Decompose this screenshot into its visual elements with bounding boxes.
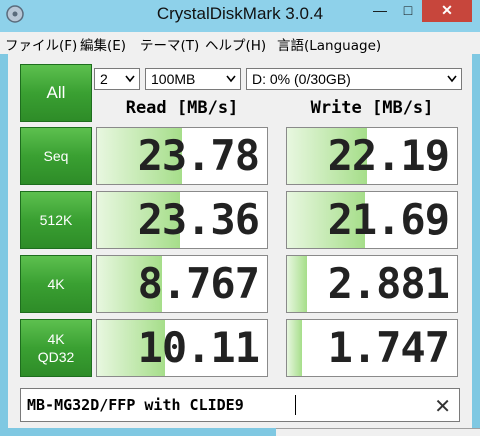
test-label: 512K	[39, 212, 73, 228]
clear-icon[interactable]: ✕	[434, 394, 451, 418]
all-button-label: All	[46, 83, 66, 102]
result-value: 8.767	[137, 259, 260, 308]
result-value: 2.881	[327, 259, 450, 308]
menu-file[interactable]: ファイル(F)	[5, 34, 77, 54]
512k-write-result: 21.69	[286, 191, 458, 249]
4k-qd32-write-result: 1.747	[286, 319, 458, 377]
test-sublabel: QD32	[37, 349, 75, 365]
menu-help[interactable]: ヘルプ(H)	[205, 34, 266, 54]
result-value: 21.69	[327, 195, 450, 244]
size-value: 100MB	[151, 71, 196, 87]
write-header: Write [MB/s]	[310, 98, 434, 118]
menu-language[interactable]: 言語(Language)	[277, 34, 381, 54]
result-value: 23.36	[137, 195, 260, 244]
all-button[interactable]: All	[20, 64, 92, 122]
seq-test-button[interactable]: Seq	[20, 127, 92, 185]
test-label: 4K	[47, 276, 65, 292]
test-label: 4K	[47, 331, 65, 347]
seq-read-result: 23.78	[96, 127, 268, 185]
menu-theme[interactable]: テーマ(T)	[140, 34, 199, 54]
drive-select[interactable]: D: 0% (0/30GB)	[246, 68, 462, 90]
comment-field[interactable]: MB-MG32D/FFP with CLIDE9 ✕	[20, 388, 460, 422]
512k-test-button[interactable]: 512K	[20, 191, 92, 249]
4k-read-result: 8.767	[96, 255, 268, 313]
chevron-down-icon	[226, 75, 236, 83]
main-panel: All 2 100MB D: 0% (0/30GB) Read [MB/s] W…	[8, 54, 472, 428]
close-button[interactable]: ✕	[422, 0, 472, 22]
result-value: 1.747	[327, 323, 450, 372]
bar-fill	[287, 256, 308, 312]
runs-value: 2	[100, 71, 108, 87]
menu-edit[interactable]: 編集(E)	[80, 34, 126, 54]
chevron-down-icon	[125, 75, 135, 83]
size-select[interactable]: 100MB	[145, 68, 241, 90]
4k-write-result: 2.881	[286, 255, 458, 313]
text-caret	[295, 395, 296, 415]
result-value: 22.19	[327, 131, 450, 180]
4k-qd32-test-button[interactable]: 4K QD32	[20, 319, 92, 377]
result-value: 23.78	[137, 131, 260, 180]
minimize-button[interactable]: —	[366, 0, 394, 22]
4k-qd32-read-result: 10.11	[96, 319, 268, 377]
bar-fill	[287, 320, 303, 376]
result-value: 10.11	[137, 323, 260, 372]
menu-bar: ファイル(F) 編集(E) テーマ(T) ヘルプ(H) 言語(Language)	[0, 32, 480, 54]
maximize-button[interactable]: □	[394, 0, 422, 22]
chevron-down-icon	[447, 75, 457, 83]
comment-text: MB-MG32D/FFP with CLIDE9	[27, 396, 244, 414]
runs-select[interactable]: 2	[94, 68, 140, 90]
512k-read-result: 23.36	[96, 191, 268, 249]
seq-write-result: 22.19	[286, 127, 458, 185]
title-bar: CrystalDiskMark 3.0.4 — □ ✕	[0, 0, 480, 32]
drive-value: D: 0% (0/30GB)	[252, 71, 351, 87]
4k-test-button[interactable]: 4K	[20, 255, 92, 313]
read-header: Read [MB/s]	[125, 98, 239, 118]
test-label: Seq	[43, 148, 69, 164]
